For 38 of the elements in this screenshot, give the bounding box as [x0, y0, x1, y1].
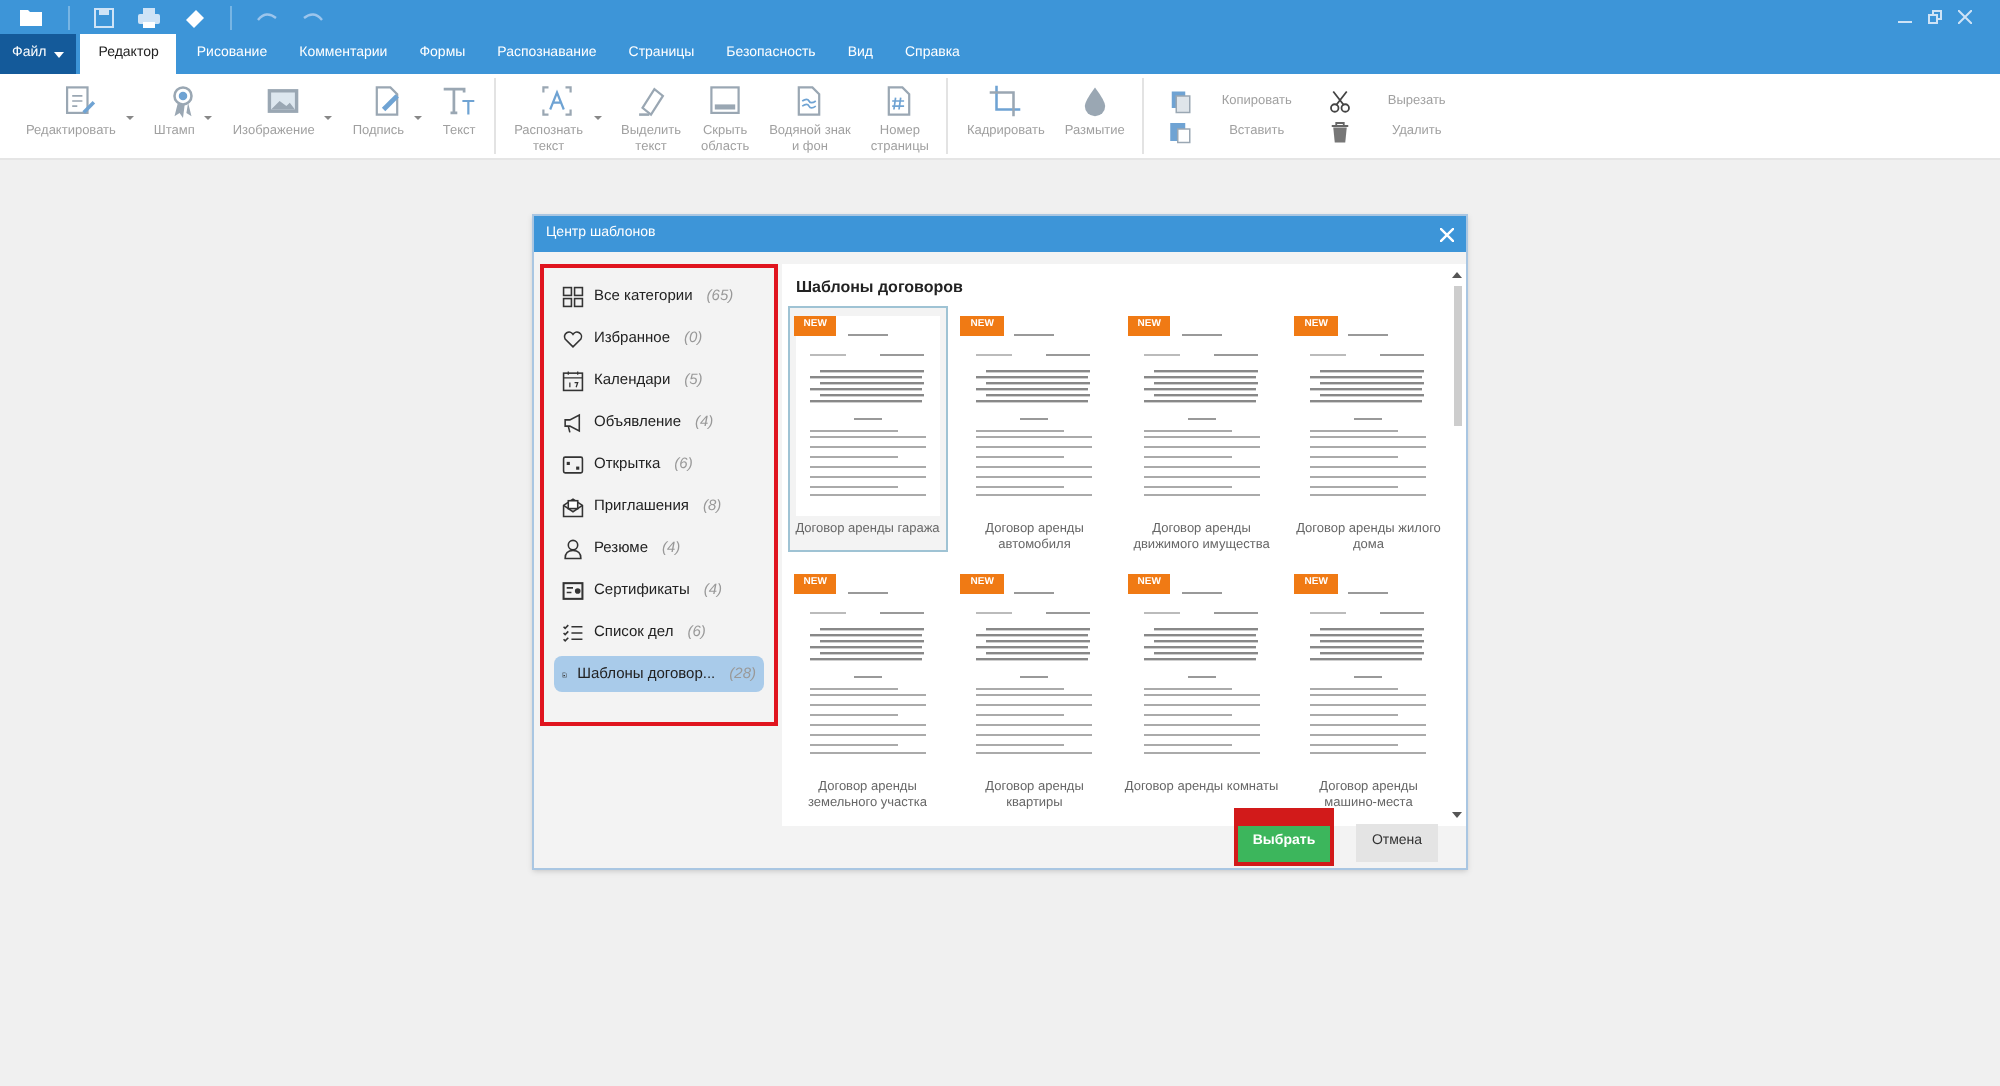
caret-icon — [54, 51, 65, 57]
scroll-down-icon[interactable] — [1452, 812, 1462, 818]
signature-icon — [370, 84, 405, 118]
edit-icon — [62, 84, 97, 118]
envelope-icon — [562, 495, 584, 517]
close-icon[interactable] — [1958, 10, 1972, 24]
section-title: Шаблоны договоров — [794, 276, 965, 300]
card-icon — [562, 453, 584, 475]
scissors-icon — [1328, 89, 1353, 113]
folder-icon[interactable] — [20, 7, 44, 27]
scrollbar-thumb[interactable] — [1453, 286, 1461, 426]
certificate-icon — [562, 579, 584, 601]
print-icon[interactable] — [138, 7, 160, 27]
calendar-icon — [562, 369, 584, 391]
restore-icon[interactable] — [1928, 10, 1942, 24]
paste-icon — [1168, 119, 1193, 143]
scroll-up-icon[interactable] — [1452, 272, 1462, 278]
monitor-icon — [708, 84, 743, 118]
redo-icon[interactable] — [302, 10, 324, 24]
undo-icon[interactable] — [256, 10, 278, 24]
copy-icon — [1168, 89, 1193, 113]
image-icon — [265, 84, 300, 118]
text-icon — [442, 84, 477, 118]
checklist-icon — [562, 621, 584, 643]
heart-icon — [562, 327, 584, 349]
caret-icon — [593, 116, 602, 120]
megaphone-icon — [562, 411, 584, 433]
caret-icon — [204, 116, 213, 120]
person-icon — [562, 537, 584, 559]
highlighter-icon — [634, 84, 669, 118]
ocr-icon — [540, 84, 575, 118]
trash-icon — [1328, 119, 1353, 143]
crop-icon — [988, 84, 1023, 118]
caret-icon — [324, 116, 333, 120]
grid-icon — [562, 285, 584, 307]
caret-icon — [125, 116, 134, 120]
caret-icon — [414, 116, 423, 120]
save-icon[interactable] — [94, 7, 114, 27]
